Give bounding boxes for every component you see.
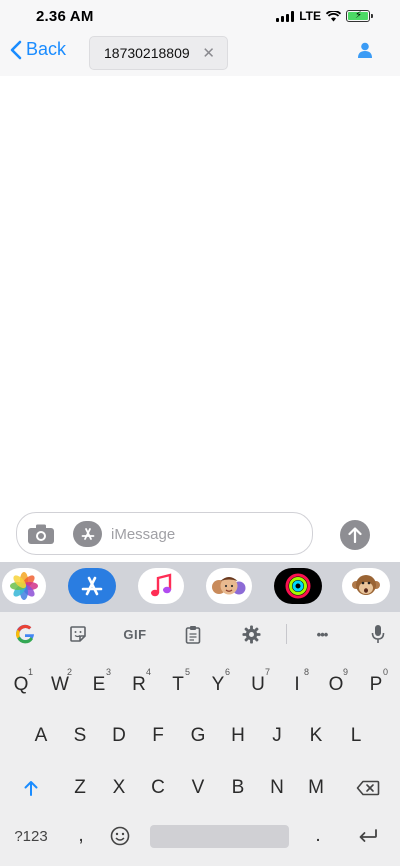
key-i[interactable]: I8 xyxy=(279,665,315,705)
key-r[interactable]: R4 xyxy=(121,665,157,705)
key-m[interactable]: M xyxy=(298,768,334,808)
recipient-number: 18730218809 xyxy=(104,45,190,61)
key-z[interactable]: Z xyxy=(62,768,98,808)
key-f[interactable]: F xyxy=(140,716,176,756)
app-store-icon xyxy=(81,576,103,596)
spacebar[interactable] xyxy=(150,825,289,848)
key-t[interactable]: T5 xyxy=(160,665,196,705)
message-thread xyxy=(0,76,400,506)
imessage-app-strip xyxy=(0,562,400,612)
memoji-icon xyxy=(212,577,246,595)
activity-rings-icon xyxy=(285,573,311,599)
status-time: 2.36 AM xyxy=(36,8,94,25)
music-app-button[interactable] xyxy=(138,568,184,604)
battery-icon: ⚡ xyxy=(346,10,373,22)
arrow-up-icon xyxy=(348,527,362,543)
period-key[interactable]: . xyxy=(300,816,336,856)
key-c[interactable]: C xyxy=(140,768,176,808)
recipient-chip[interactable]: 18730218809 ✕ xyxy=(89,36,228,70)
key-w[interactable]: W2 xyxy=(42,665,78,705)
photos-icon xyxy=(10,572,38,600)
comma-key[interactable]: , xyxy=(63,816,99,856)
sticker-icon[interactable] xyxy=(66,622,90,646)
key-o[interactable]: O9 xyxy=(318,665,354,705)
symbols-key[interactable]: ?123 xyxy=(8,816,54,856)
key-n[interactable]: N xyxy=(259,768,295,808)
app-store-app-button[interactable] xyxy=(68,568,116,604)
wifi-icon xyxy=(326,10,341,21)
contact-icon[interactable] xyxy=(358,42,372,58)
app-store-icon[interactable] xyxy=(73,521,102,547)
key-d[interactable]: D xyxy=(101,716,137,756)
keyboard-toolbar: GIF ••• xyxy=(0,612,400,656)
microphone-icon[interactable] xyxy=(368,622,388,646)
send-button[interactable] xyxy=(340,520,370,550)
nav-bar: Back 18730218809 ✕ xyxy=(0,34,400,76)
music-icon xyxy=(151,573,172,597)
key-x[interactable]: X xyxy=(101,768,137,808)
message-composer xyxy=(16,512,313,555)
backspace-key[interactable] xyxy=(348,768,388,808)
gear-icon[interactable] xyxy=(240,622,262,646)
network-type: LTE xyxy=(299,9,321,23)
key-b[interactable]: B xyxy=(220,768,256,808)
key-v[interactable]: V xyxy=(180,768,216,808)
more-options-button[interactable]: ••• xyxy=(308,622,336,646)
key-h[interactable]: H xyxy=(220,716,256,756)
signal-icon xyxy=(276,10,295,22)
back-label: Back xyxy=(26,39,67,59)
activity-app-button[interactable] xyxy=(274,568,322,604)
gif-button[interactable]: GIF xyxy=(120,622,150,646)
photos-app-button[interactable] xyxy=(2,568,46,604)
toolbar-divider xyxy=(286,624,287,644)
keyboard: GIF ••• Q 1 W 2 E 3 R 4 T 5 Y 6 U 7 I 8 … xyxy=(0,612,400,866)
return-key[interactable] xyxy=(350,816,386,856)
key-g[interactable]: G xyxy=(180,716,216,756)
key-l[interactable]: L xyxy=(338,716,374,756)
key-p[interactable]: P0 xyxy=(358,665,394,705)
camera-icon[interactable] xyxy=(27,523,55,545)
status-bar: 2.36 AM LTE ⚡ xyxy=(0,0,400,34)
imessage-input[interactable] xyxy=(111,521,301,547)
key-u[interactable]: U7 xyxy=(240,665,276,705)
monkey-icon xyxy=(352,575,380,595)
memoji-app-button[interactable] xyxy=(206,568,252,604)
charging-bolt-icon: ⚡ xyxy=(355,10,363,21)
status-indicators: LTE ⚡ xyxy=(276,9,373,23)
key-s[interactable]: S xyxy=(62,716,98,756)
animoji-app-button[interactable] xyxy=(342,568,390,604)
shift-key[interactable] xyxy=(13,768,49,808)
chevron-left-icon xyxy=(10,40,22,59)
key-k[interactable]: K xyxy=(298,716,334,756)
key-j[interactable]: J xyxy=(259,716,295,756)
shift-arrow-icon xyxy=(24,781,38,796)
close-icon[interactable]: ✕ xyxy=(202,44,215,62)
google-icon[interactable] xyxy=(12,622,38,646)
emoji-key[interactable] xyxy=(102,816,138,856)
key-q[interactable]: Q1 xyxy=(3,665,39,705)
back-button[interactable]: Back xyxy=(10,39,66,60)
clipboard-icon[interactable] xyxy=(182,622,204,646)
backspace-icon xyxy=(356,780,380,796)
return-arrow-icon xyxy=(359,829,377,842)
key-e[interactable]: E3 xyxy=(81,665,117,705)
smiley-icon xyxy=(110,826,130,846)
key-y[interactable]: Y6 xyxy=(200,665,236,705)
key-a[interactable]: A xyxy=(23,716,59,756)
